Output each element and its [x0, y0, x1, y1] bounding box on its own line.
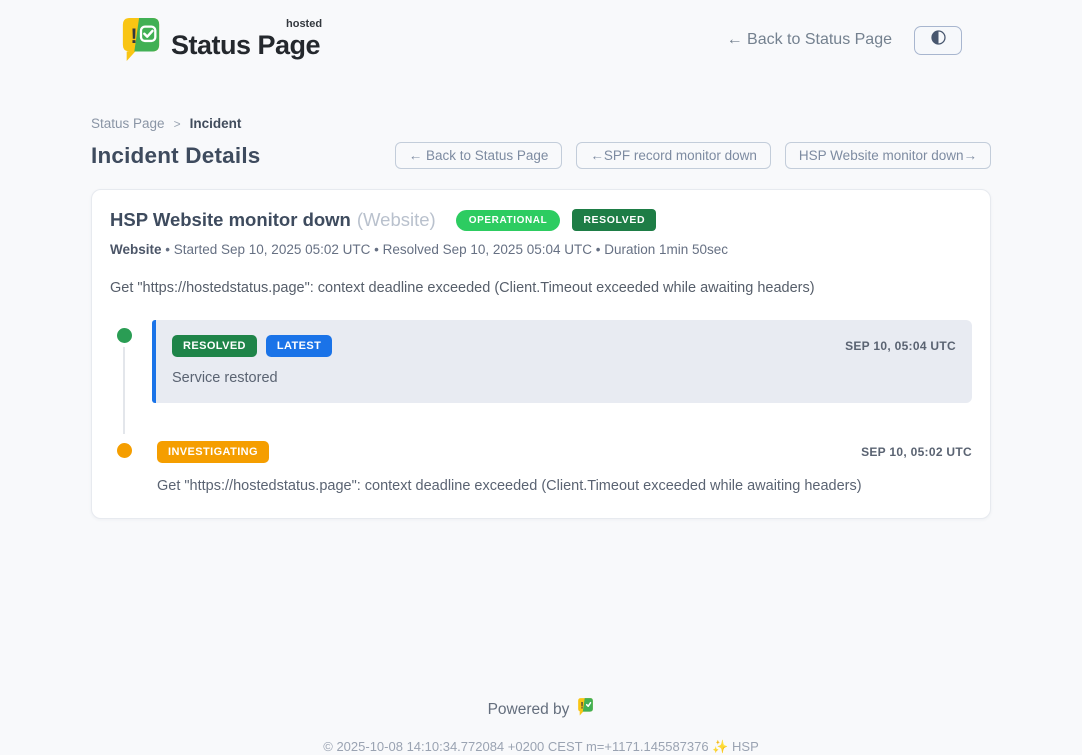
prev-incident-button[interactable]: ←SPF record monitor down	[576, 142, 771, 169]
header-back-link[interactable]: ← Back to Status Page	[727, 31, 892, 49]
breadcrumb: Status Page > Incident	[91, 116, 991, 131]
latest-badge: LATEST	[266, 335, 332, 357]
powered-by: Powered by !	[488, 697, 595, 722]
incident-component-name: (Website)	[357, 209, 436, 231]
footer: Powered by ! © 2025-10-08 14:10:34.77208…	[91, 697, 991, 755]
breadcrumb-separator: >	[174, 117, 181, 131]
back-to-status-page-button[interactable]: ← Back to Status Page	[395, 142, 563, 169]
page-title: Incident Details	[91, 143, 261, 169]
resolved-badge: RESOLVED	[172, 335, 257, 357]
contrast-icon	[929, 28, 948, 52]
brand-name: Status Page	[171, 30, 320, 60]
powered-by-label: Powered by	[488, 701, 570, 719]
header: ! Status Page hosted ← Back to Status Pa…	[91, 0, 991, 64]
statuspage-footer-logo-icon: !	[577, 697, 594, 722]
operational-status-badge: OPERATIONAL	[456, 210, 561, 231]
timeline-dot-orange	[117, 443, 132, 458]
incident-meta: Website • Started Sep 10, 2025 05:02 UTC…	[110, 242, 972, 257]
brand-superscript: hosted	[286, 18, 322, 30]
resolved-status-badge: RESOLVED	[572, 209, 656, 231]
breadcrumb-status-page[interactable]: Status Page	[91, 116, 165, 131]
incident-title: HSP Website monitor down	[110, 209, 351, 231]
timeline-entry-resolved: RESOLVED LATEST SEP 10, 05:04 UTC Servic…	[110, 320, 972, 403]
incident-card: HSP Website monitor down (Website) OPERA…	[91, 189, 991, 519]
incident-timeline: RESOLVED LATEST SEP 10, 05:04 UTC Servic…	[110, 320, 972, 494]
incident-nav-buttons: ← Back to Status Page ←SPF record monito…	[395, 142, 991, 169]
timeline-message: Service restored	[172, 370, 956, 386]
incident-description: Get "https://hostedstatus.page": context…	[110, 280, 972, 296]
copyright-text: © 2025-10-08 14:10:34.772084 +0200 CEST …	[91, 739, 991, 755]
statuspage-logo[interactable]: ! Status Page hosted	[120, 16, 320, 64]
svg-text:!: !	[131, 25, 138, 48]
timeline-timestamp: SEP 10, 05:04 UTC	[845, 339, 956, 353]
breadcrumb-incident: Incident	[190, 116, 242, 131]
investigating-badge: INVESTIGATING	[157, 441, 269, 463]
statuspage-logo-icon: !	[120, 16, 162, 64]
next-incident-button[interactable]: HSP Website monitor down→	[785, 142, 991, 169]
svg-text:!: !	[581, 701, 584, 711]
timeline-entry-highlight-box: RESOLVED LATEST SEP 10, 05:04 UTC Servic…	[152, 320, 972, 403]
incident-meta-component: Website	[110, 242, 162, 257]
timeline-dot-green	[117, 328, 132, 343]
timeline-entry-investigating: INVESTIGATING SEP 10, 05:02 UTC Get "htt…	[110, 441, 972, 494]
incident-meta-times: • Started Sep 10, 2025 05:02 UTC • Resol…	[162, 242, 729, 257]
timeline-message: Get "https://hostedstatus.page": context…	[157, 478, 972, 494]
timeline-timestamp: SEP 10, 05:02 UTC	[861, 445, 972, 459]
theme-toggle-button[interactable]	[914, 26, 962, 55]
